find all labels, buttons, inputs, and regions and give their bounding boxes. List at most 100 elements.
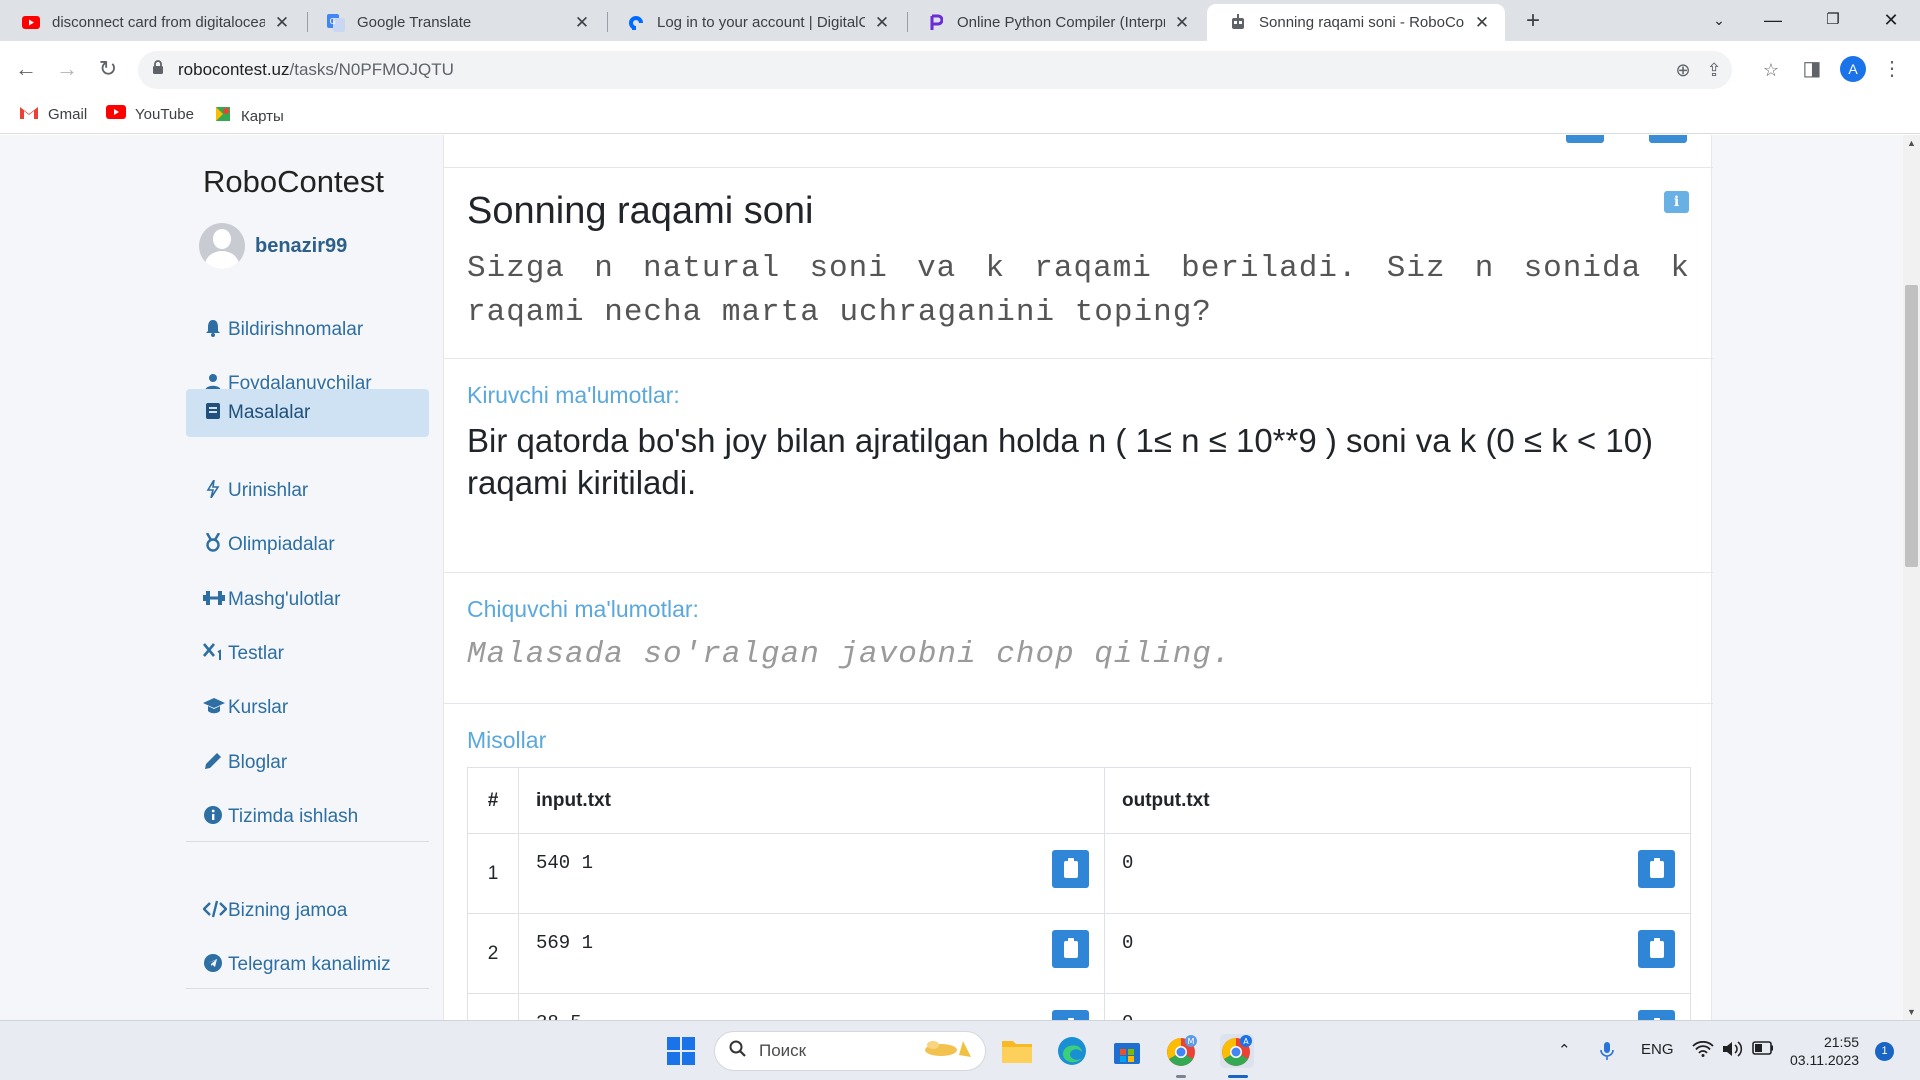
section-divider [444, 572, 1713, 573]
tab-title: Online Python Compiler (Interpr [957, 14, 1165, 31]
sidebar-item-courses[interactable]: Kurslar [186, 683, 429, 733]
tray-overflow-chevron-icon[interactable]: ⌃ [1558, 1041, 1571, 1059]
info-button[interactable]: i [1664, 191, 1689, 213]
close-tab-icon[interactable]: ✕ [273, 13, 291, 33]
copy-output-button[interactable] [1638, 1010, 1675, 1020]
sidebar-item-trainings[interactable]: Mashg'ulotlar [186, 575, 429, 625]
bookmark-label: Gmail [48, 106, 88, 123]
bookmark-label: Карты [241, 107, 284, 125]
copy-input-button[interactable] [1052, 930, 1089, 968]
close-window-button[interactable]: ✕ [1868, 2, 1914, 38]
language-indicator[interactable]: ENG [1641, 1041, 1674, 1058]
sidebar-item-tests[interactable]: Testlar [186, 629, 429, 679]
chrome-profile-m-icon[interactable]: M [1165, 1034, 1199, 1068]
bookmarks-bar: Gmail YouTube Карты [0, 98, 1920, 134]
battery-icon[interactable] [1752, 1041, 1774, 1059]
svg-text:G: G [330, 17, 336, 26]
browser-tab[interactable]: Log in to your account | DigitalC ✕ [605, 4, 905, 41]
microsoft-store-icon[interactable] [1110, 1034, 1144, 1068]
google-translate-icon: G [327, 13, 345, 32]
profile-avatar[interactable]: A [1840, 56, 1866, 82]
sidebar-item-team[interactable]: Bizning jamoa [186, 886, 429, 936]
scrollbar-thumb[interactable] [1905, 285, 1918, 567]
top-action-button[interactable] [1566, 135, 1604, 143]
copy-input-button[interactable] [1052, 1010, 1089, 1020]
username[interactable]: benazir99 [255, 235, 347, 258]
bookmark-star-icon[interactable]: ☆ [1761, 60, 1781, 80]
forward-button[interactable]: → [53, 55, 81, 83]
scroll-up-arrow-icon[interactable]: ▲ [1903, 138, 1920, 148]
example-output: 0 [1122, 852, 1134, 874]
wifi-icon[interactable] [1692, 1040, 1714, 1061]
example-number: 2 [467, 913, 519, 994]
svg-text:A: A [1243, 1037, 1249, 1046]
side-panel-icon[interactable]: ◨ [1800, 57, 1824, 81]
browser-tab[interactable]: disconnect card from digitalocea ✕ [0, 4, 305, 41]
bookmark-youtube[interactable]: YouTube [106, 105, 194, 123]
volume-icon[interactable] [1722, 1041, 1744, 1061]
top-action-button[interactable] [1649, 135, 1687, 143]
sidebar-item-help[interactable]: Tizimda ishlash [186, 792, 429, 842]
table-row: 2 569 1 0 [467, 913, 1691, 994]
input-section-heading: Kiruvchi ma'lumotlar: [467, 382, 680, 408]
new-tab-button[interactable]: + [1518, 6, 1548, 36]
code-icon [202, 900, 228, 923]
sidebar-item-telegram[interactable]: Telegram kanalimiz [186, 940, 429, 990]
file-explorer-icon[interactable] [1000, 1034, 1034, 1068]
minimize-button[interactable]: — [1750, 2, 1796, 38]
active-indicator [1228, 1075, 1248, 1078]
taskbar-search[interactable]: Поиск [714, 1031, 986, 1071]
system-clock[interactable]: 21:55 03.11.2023 [1790, 1033, 1859, 1069]
browser-tab[interactable]: G Google Translate ✕ [305, 4, 605, 41]
close-tab-icon[interactable]: ✕ [1173, 13, 1191, 33]
example-number: 3 [467, 993, 519, 1020]
task-card-top-strip [444, 135, 1713, 168]
site-logo[interactable]: RoboContest [203, 164, 384, 200]
tab-search-chevron-icon[interactable]: ⌄ [1696, 2, 1742, 38]
sidebar-item-olympiads[interactable]: Olimpiadalar [186, 520, 429, 570]
copy-output-button[interactable] [1638, 930, 1675, 968]
back-button[interactable]: ← [12, 55, 40, 83]
browser-tab-strip: disconnect card from digitalocea ✕ G Goo… [0, 0, 1920, 41]
zoom-icon[interactable]: ⊕ [1673, 60, 1693, 80]
copy-input-button[interactable] [1052, 850, 1089, 888]
sidebar-item-label: Bizning jamoa [228, 900, 348, 921]
start-button[interactable] [664, 1034, 698, 1068]
column-header-output: output.txt [1104, 767, 1691, 834]
graduation-cap-icon [203, 697, 225, 719]
copy-output-button[interactable] [1638, 850, 1675, 888]
example-input: 540 1 [536, 852, 594, 874]
close-tab-icon[interactable]: ✕ [1473, 13, 1491, 33]
address-bar[interactable]: robocontest.uz/tasks/N0PFMOJQTU ⊕ ⇪ ☆ [138, 51, 1779, 89]
dumbbell-icon [203, 590, 225, 611]
user-profile[interactable]: benazir99 [199, 223, 347, 269]
browser-tab[interactable]: Online Python Compiler (Interpr ✕ [905, 4, 1205, 41]
close-tab-icon[interactable]: ✕ [573, 13, 591, 33]
bookmark-gmail[interactable]: Gmail [19, 105, 87, 124]
menu-kebab-icon[interactable]: ⋮ [1880, 57, 1904, 81]
notification-badge[interactable]: 1 [1875, 1042, 1894, 1061]
sidebar-item-blogs[interactable]: Bloglar [186, 738, 429, 788]
table-row: 3 38 5 0 [467, 993, 1691, 1020]
sidebar-item-attempts[interactable]: Urinishlar [186, 466, 429, 516]
microphone-icon[interactable] [1600, 1041, 1614, 1065]
sidebar-item-notifications[interactable]: Bildirishnomalar [186, 305, 429, 355]
column-header-input: input.txt [518, 767, 1105, 834]
lock-icon[interactable] [152, 60, 164, 80]
scroll-down-arrow-icon[interactable]: ▼ [1903, 1007, 1920, 1017]
example-output-cell: 0 [1104, 833, 1691, 914]
browser-tab-active[interactable]: Sonning raqami soni - RoboCon ✕ [1207, 4, 1505, 41]
page-scrollbar[interactable]: ▲ ▼ [1903, 135, 1920, 1020]
search-placeholder: Поиск [759, 1041, 807, 1060]
reload-button[interactable]: ↻ [94, 55, 122, 83]
sidebar-item-problems[interactable]: Masalalar [186, 389, 429, 437]
close-tab-icon[interactable]: ✕ [873, 13, 891, 33]
edge-browser-icon[interactable] [1055, 1034, 1089, 1068]
share-icon[interactable]: ⇪ [1704, 60, 1724, 80]
chrome-profile-a-icon[interactable]: A [1220, 1034, 1254, 1068]
bookmark-maps[interactable]: Карты [214, 105, 284, 127]
restore-button[interactable]: ❐ [1810, 2, 1856, 38]
column-header-index: # [467, 767, 519, 834]
sidebar-divider [186, 988, 429, 989]
bolt-icon [203, 479, 223, 503]
